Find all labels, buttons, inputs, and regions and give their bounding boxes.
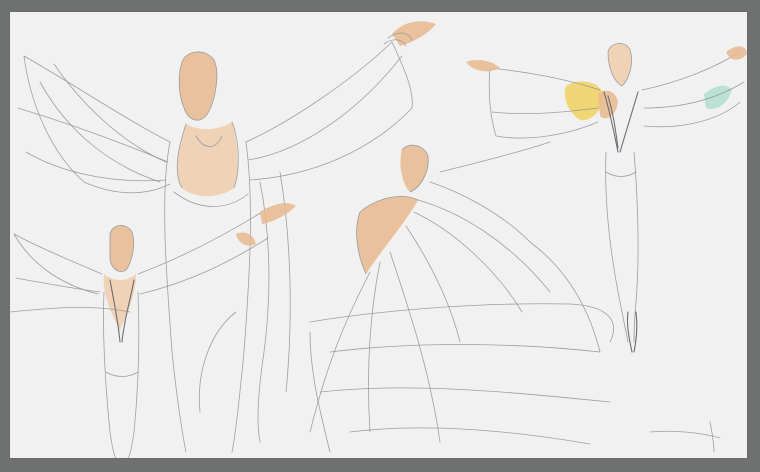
figure-center-cape xyxy=(309,141,614,453)
sketch-paper xyxy=(10,12,747,458)
scan-background xyxy=(0,0,760,472)
figure-right-outstretched xyxy=(466,43,747,353)
costume-sketch-drawing xyxy=(10,21,747,458)
figure-small-bottom-left xyxy=(13,203,296,458)
